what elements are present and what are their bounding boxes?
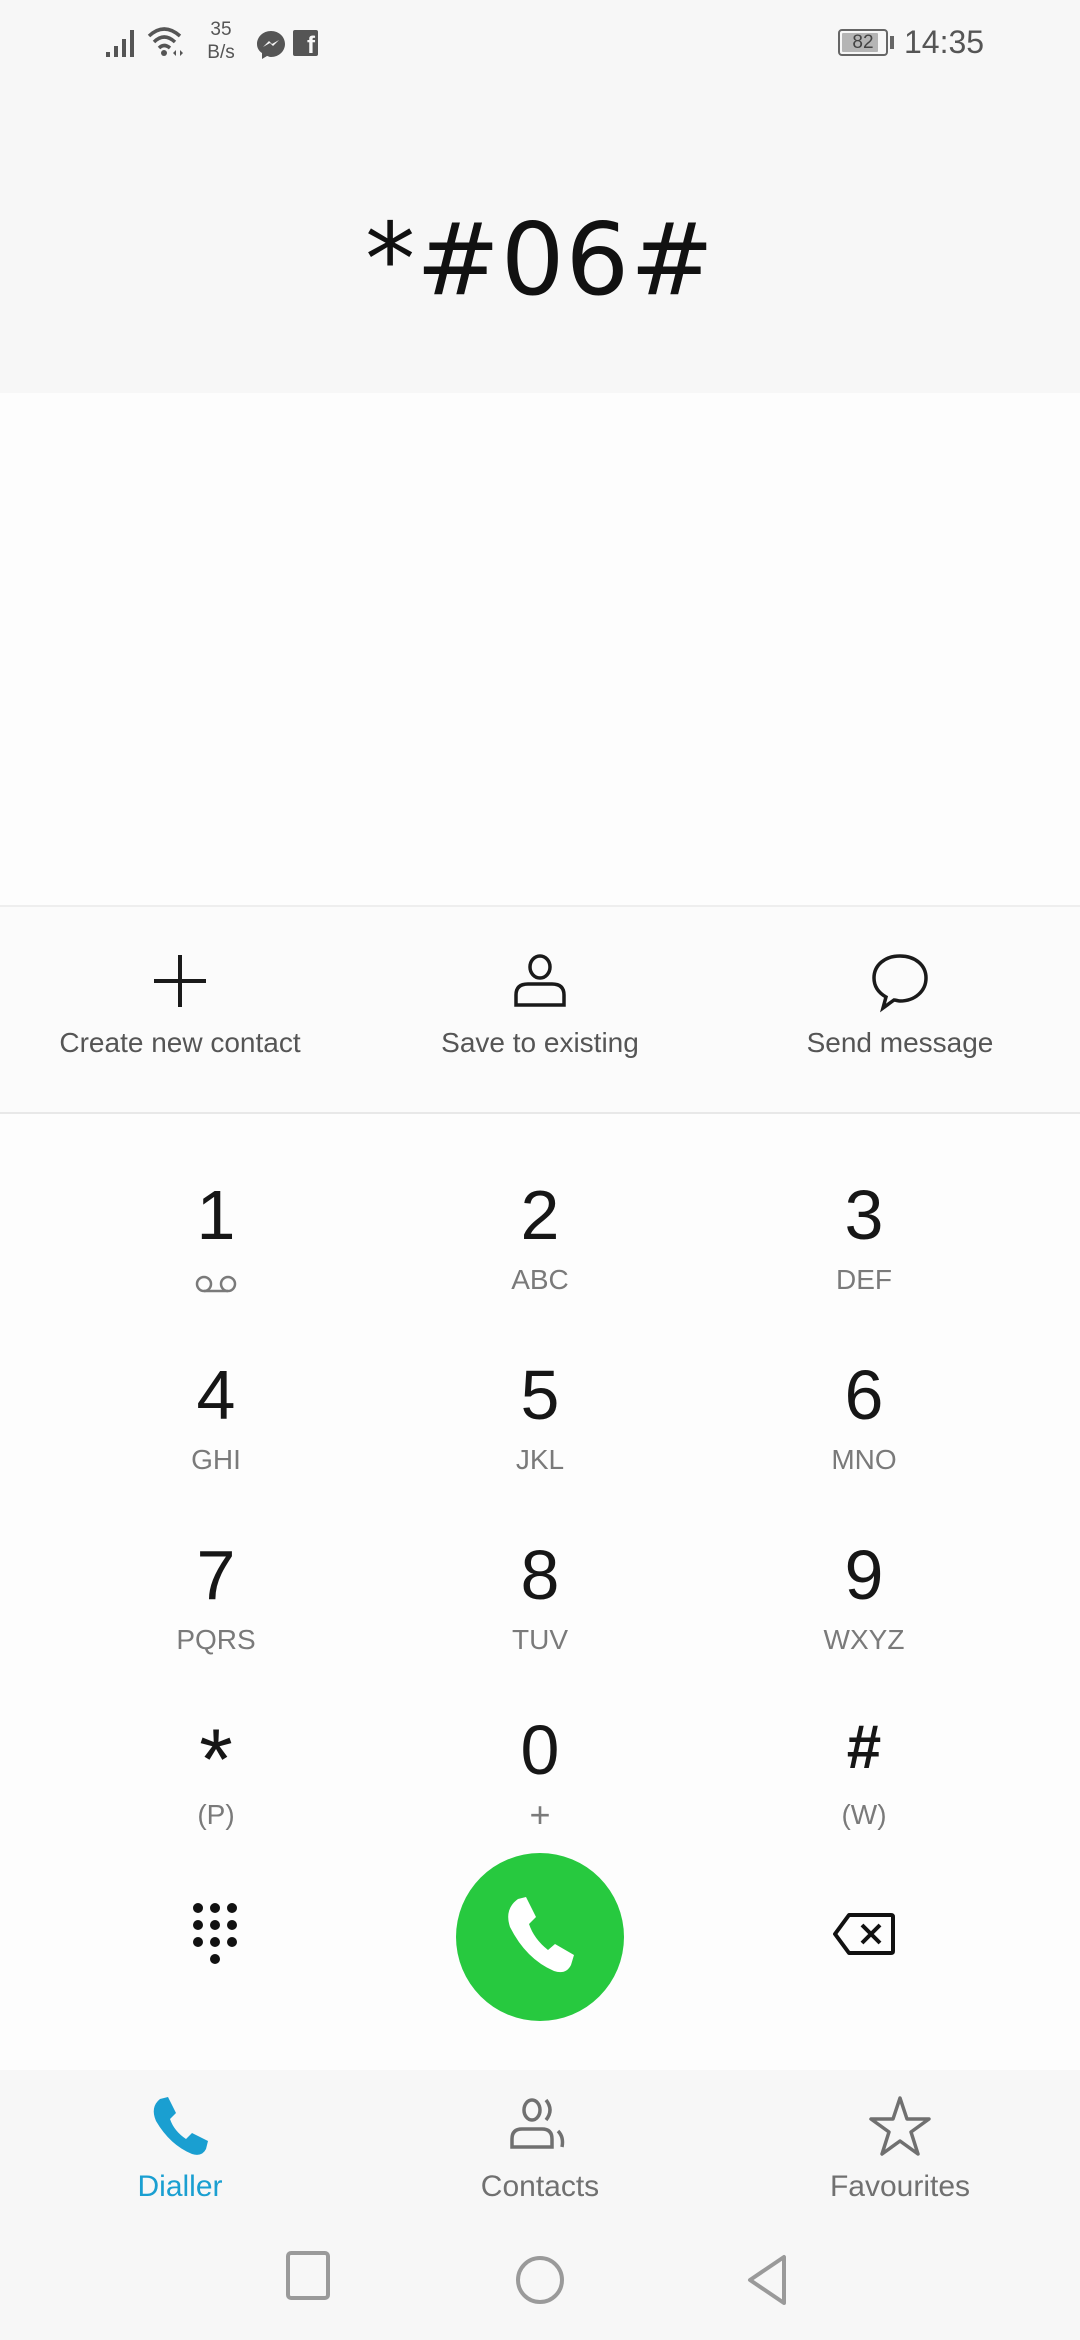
key-9[interactable]: 9 WXYZ xyxy=(714,1495,1014,1665)
key-digit: 2 xyxy=(520,1176,560,1254)
key-letters: MNO xyxy=(831,1444,897,1475)
key-3[interactable]: 3 DEF xyxy=(714,1135,1014,1305)
clock: 14:35 xyxy=(904,24,985,60)
facebook-icon: f xyxy=(293,30,318,58)
key-0[interactable]: 0 + xyxy=(390,1670,690,1840)
key-1[interactable]: 1 xyxy=(66,1135,366,1305)
key-letters: ABC xyxy=(511,1264,569,1295)
key-digit: 8 xyxy=(520,1536,560,1614)
key-4[interactable]: 4 GHI xyxy=(66,1315,366,1485)
key-digit: # xyxy=(846,1713,882,1782)
call-button[interactable] xyxy=(456,1853,624,2021)
tab-contacts-label: Contacts xyxy=(480,2170,600,2203)
star-icon xyxy=(869,2096,931,2156)
network-speed-unit: B/s xyxy=(207,42,235,63)
key-8[interactable]: 8 TUV xyxy=(390,1495,690,1665)
create-new-contact-button[interactable]: Create new contact xyxy=(0,907,360,1112)
dial-display-area: 35 B/s f 82 14:35 *#06# xyxy=(0,0,1080,393)
voicemail-icon xyxy=(195,1275,237,1293)
person-icon xyxy=(514,954,566,1007)
wifi-icon xyxy=(147,27,183,56)
key-digit: 6 xyxy=(844,1356,884,1434)
key-letters: (P) xyxy=(197,1799,235,1830)
key-letters: (W) xyxy=(841,1799,887,1830)
action-bar: Create new contact Save to existing Send… xyxy=(0,905,1080,1114)
key-letters: GHI xyxy=(191,1444,241,1475)
key-letters: PQRS xyxy=(176,1624,256,1655)
key-letters: TUV xyxy=(512,1624,568,1655)
key-digit: 9 xyxy=(844,1536,884,1614)
key-2[interactable]: 2 ABC xyxy=(390,1135,690,1305)
tab-favourites-label: Favourites xyxy=(829,2170,971,2203)
key-digit: * xyxy=(199,1712,233,1808)
home-nav-button[interactable] xyxy=(513,2255,567,2309)
create-new-contact-label: Create new contact xyxy=(59,1027,301,1058)
save-to-existing-button[interactable]: Save to existing xyxy=(360,907,720,1112)
battery-tip xyxy=(890,36,894,49)
key-digit: 7 xyxy=(196,1536,236,1614)
key-letters: JKL xyxy=(515,1444,565,1475)
recents-nav-button[interactable] xyxy=(285,2250,333,2302)
network-speed: 35 B/s xyxy=(200,18,242,64)
key-7[interactable]: 7 PQRS xyxy=(66,1495,366,1665)
tab-favourites[interactable]: Favourites xyxy=(720,2070,1080,2230)
key-5[interactable]: 5 JKL xyxy=(390,1315,690,1485)
key-digit: 1 xyxy=(196,1176,236,1254)
network-speed-value: 35 xyxy=(210,19,232,40)
key-hash[interactable]: # (W) xyxy=(714,1670,1014,1840)
key-digit: 0 xyxy=(520,1711,560,1789)
dialpad-toggle-icon[interactable] xyxy=(190,1900,240,1968)
battery-icon: 82 xyxy=(838,29,888,56)
signal-icon xyxy=(106,30,134,57)
send-message-label: Send message xyxy=(806,1027,994,1058)
message-bubble-icon xyxy=(872,954,928,1013)
phone-icon xyxy=(508,1897,574,1973)
key-letters: WXYZ xyxy=(823,1624,905,1655)
key-digit: 5 xyxy=(520,1356,560,1434)
tab-contacts[interactable]: Contacts xyxy=(360,2070,720,2230)
status-bar: 35 B/s f 82 14:35 xyxy=(0,0,1080,90)
send-message-button[interactable]: Send message xyxy=(720,907,1080,1112)
contacts-icon xyxy=(510,2098,565,2149)
tab-dialler[interactable]: Dialler xyxy=(0,2070,360,2230)
key-letters: DEF xyxy=(836,1264,892,1295)
key-digit: 4 xyxy=(196,1356,236,1434)
key-digit: 3 xyxy=(844,1176,884,1254)
tab-dialler-label: Dialler xyxy=(137,2170,223,2203)
save-to-existing-label: Save to existing xyxy=(441,1027,639,1058)
back-nav-button[interactable] xyxy=(744,2253,790,2309)
dialed-number-field[interactable]: *#06# xyxy=(0,200,1080,320)
battery-level: 82 xyxy=(852,32,874,53)
plus-icon xyxy=(154,955,206,1007)
messenger-icon xyxy=(257,31,285,59)
key-star[interactable]: * (P) xyxy=(66,1670,366,1840)
backspace-icon[interactable] xyxy=(832,1912,896,1956)
dialler-phone-icon xyxy=(153,2097,208,2155)
key-6[interactable]: 6 MNO xyxy=(714,1315,1014,1485)
key-letters: + xyxy=(529,1794,551,1835)
